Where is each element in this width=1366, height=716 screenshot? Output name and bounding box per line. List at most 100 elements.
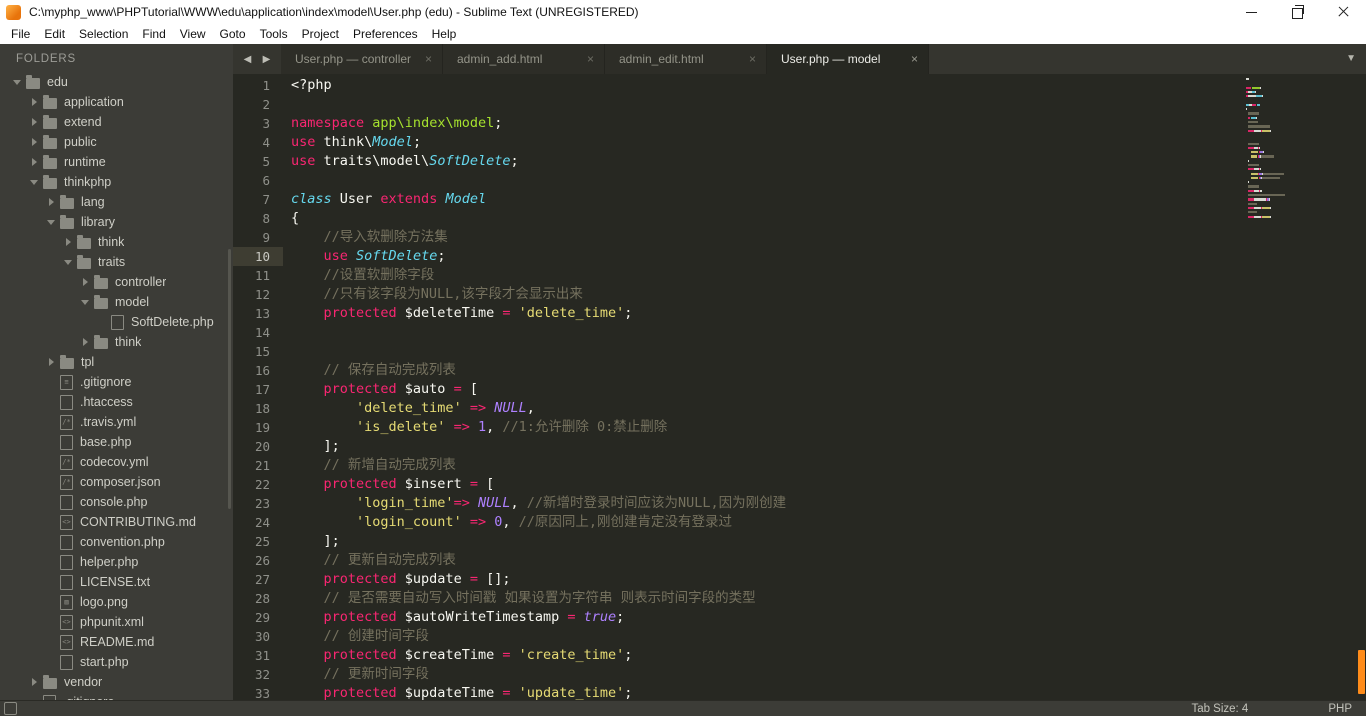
tab-label: User.php — controller — [295, 52, 412, 66]
tree-file-.gitignore[interactable]: .gitignore — [0, 372, 233, 392]
tab-user.php-model[interactable]: User.php — model × — [767, 44, 929, 74]
code-token: //只有该字段为NULL,该字段才会显示出来 — [291, 286, 583, 302]
menu-help[interactable]: Help — [425, 24, 464, 44]
menu-edit[interactable]: Edit — [37, 24, 72, 44]
tree-folder-lang[interactable]: lang — [0, 192, 233, 212]
scroll-indicator[interactable] — [1358, 650, 1365, 694]
tree-file-start.php[interactable]: start.php — [0, 652, 233, 672]
code-token: protected — [323, 609, 397, 625]
chevron-right-icon[interactable] — [80, 336, 92, 348]
close-button[interactable] — [1320, 0, 1366, 24]
tab-nav-back-button[interactable]: ◀ — [241, 54, 254, 65]
tree-folder-think[interactable]: think — [0, 232, 233, 252]
minimize-button[interactable] — [1228, 0, 1274, 24]
tree-item-label: model — [115, 295, 150, 309]
tree-folder-model[interactable]: model — [0, 292, 233, 312]
restore-button[interactable] — [1274, 0, 1320, 24]
tab-size-indicator[interactable]: Tab Size: 4 — [1191, 703, 1248, 715]
minimap-token — [1254, 90, 1256, 94]
tree-folder-tpl[interactable]: tpl — [0, 352, 233, 372]
tab-user.php-controller[interactable]: User.php — controller × — [281, 44, 443, 74]
arrow-spacer — [46, 556, 58, 568]
tree-folder-extend[interactable]: extend — [0, 112, 233, 132]
code-token: ; — [616, 609, 625, 625]
chevron-right-icon[interactable] — [29, 96, 41, 108]
sidebar-scrollbar[interactable] — [228, 249, 231, 509]
tree-folder-library[interactable]: library — [0, 212, 233, 232]
tree-folder-vendor[interactable]: vendor — [0, 672, 233, 692]
tree-folder-thinkphp[interactable]: thinkphp — [0, 172, 233, 192]
tree-folder-controller[interactable]: controller — [0, 272, 233, 292]
chevron-down-icon[interactable] — [63, 256, 75, 268]
tree-file-.gitignore[interactable]: .gitignore — [0, 692, 233, 700]
code-token: ; — [437, 248, 446, 264]
file-icon — [111, 314, 124, 330]
line-number: 2 — [262, 97, 270, 112]
tree-file-codecov.yml[interactable]: codecov.yml — [0, 452, 233, 472]
menu-preferences[interactable]: Preferences — [346, 24, 425, 44]
status-bar-right: Tab Size: 4 PHP — [1191, 703, 1352, 715]
tree-file-readme.md[interactable]: README.md — [0, 632, 233, 652]
menu-selection[interactable]: Selection — [72, 24, 135, 44]
chevron-down-icon[interactable] — [12, 76, 24, 88]
line-number: 28 — [254, 591, 270, 606]
tree-folder-think[interactable]: think — [0, 332, 233, 352]
chevron-down-icon[interactable] — [80, 296, 92, 308]
chevron-right-icon[interactable] — [63, 236, 75, 248]
tree-folder-application[interactable]: application — [0, 92, 233, 112]
chevron-down-icon[interactable] — [29, 176, 41, 188]
chevron-right-icon[interactable] — [80, 276, 92, 288]
tree-folder-traits[interactable]: traits — [0, 252, 233, 272]
close-tab-icon[interactable]: × — [425, 52, 432, 66]
syntax-indicator[interactable]: PHP — [1328, 703, 1352, 715]
tree-file-logo.png[interactable]: logo.png — [0, 592, 233, 612]
file-code-icon — [60, 634, 73, 650]
minimap-token — [1248, 125, 1270, 128]
tree-file-helper.php[interactable]: helper.php — [0, 552, 233, 572]
menu-project[interactable]: Project — [295, 24, 346, 44]
menu-goto[interactable]: Goto — [213, 24, 253, 44]
code-row: 4 use think\Model; — [233, 133, 1366, 152]
menu-file[interactable]: File — [4, 24, 37, 44]
close-tab-icon[interactable]: × — [749, 52, 756, 66]
tree-folder-public[interactable]: public — [0, 132, 233, 152]
menu-view[interactable]: View — [173, 24, 213, 44]
tree-file-.travis.yml[interactable]: .travis.yml — [0, 412, 233, 432]
tree-file-console.php[interactable]: console.php — [0, 492, 233, 512]
tree-file-phpunit.xml[interactable]: phpunit.xml — [0, 612, 233, 632]
tree-file-base.php[interactable]: base.php — [0, 432, 233, 452]
minimap[interactable] — [1246, 77, 1338, 219]
tree-file-convention.php[interactable]: convention.php — [0, 532, 233, 552]
menu-find[interactable]: Find — [135, 24, 172, 44]
menu-tools[interactable]: Tools — [253, 24, 295, 44]
chevron-down-icon[interactable] — [46, 216, 58, 228]
chevron-right-icon[interactable] — [29, 116, 41, 128]
code-area[interactable]: 1 <?php 2 3 namespace app\index\model; 4 use t… — [233, 74, 1366, 700]
tab-overflow-button[interactable]: ▼ — [1346, 53, 1356, 64]
chevron-right-icon[interactable] — [29, 156, 41, 168]
tree-file-softdelete.php[interactable]: SoftDelete.php — [0, 312, 233, 332]
tab-admin-edit.html[interactable]: admin_edit.html × — [605, 44, 767, 74]
tab-admin-add.html[interactable]: admin_add.html × — [443, 44, 605, 74]
tab-nav-forward-button[interactable]: ▶ — [260, 54, 273, 65]
folders-header: FOLDERS — [16, 53, 76, 65]
tree-item-label: README.md — [80, 635, 155, 649]
tree-item-label: traits — [98, 255, 126, 269]
tree-file-license.txt[interactable]: LICENSE.txt — [0, 572, 233, 592]
minimap-token — [1248, 142, 1260, 145]
close-tab-icon[interactable]: × — [911, 52, 918, 66]
code-row: 24 'login_count' => 0, //原因同上,刚创建肯定没有登录过 — [233, 513, 1366, 532]
chevron-right-icon[interactable] — [46, 196, 58, 208]
tree-file-composer.json[interactable]: composer.json — [0, 472, 233, 492]
tree-folder-edu[interactable]: edu — [0, 72, 233, 92]
tree-file-.htaccess[interactable]: .htaccess — [0, 392, 233, 412]
tree-folder-runtime[interactable]: runtime — [0, 152, 233, 172]
line-number: 25 — [254, 534, 270, 549]
chevron-right-icon[interactable] — [29, 676, 41, 688]
close-tab-icon[interactable]: × — [587, 52, 594, 66]
chevron-right-icon[interactable] — [46, 356, 58, 368]
chevron-right-icon[interactable] — [29, 136, 41, 148]
tree-file-contributing.md[interactable]: CONTRIBUTING.md — [0, 512, 233, 532]
code-token: protected — [323, 381, 397, 397]
